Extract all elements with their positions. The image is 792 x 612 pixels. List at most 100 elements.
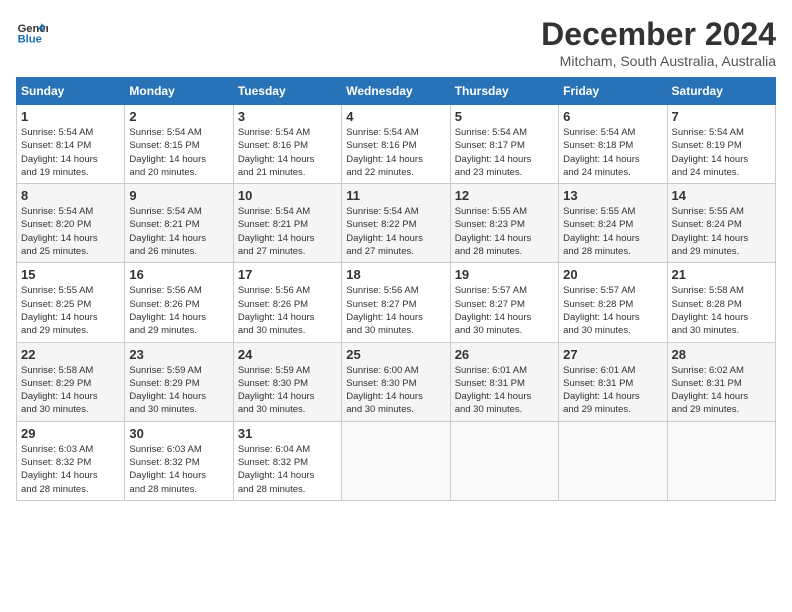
location-title: Mitcham, South Australia, Australia bbox=[541, 53, 776, 69]
day-info: Sunrise: 5:54 AM Sunset: 8:14 PM Dayligh… bbox=[21, 126, 120, 179]
day-number: 9 bbox=[129, 188, 228, 203]
day-info: Sunrise: 5:54 AM Sunset: 8:22 PM Dayligh… bbox=[346, 205, 445, 258]
day-number: 26 bbox=[455, 347, 554, 362]
day-number: 31 bbox=[238, 426, 337, 441]
day-info: Sunrise: 5:54 AM Sunset: 8:16 PM Dayligh… bbox=[346, 126, 445, 179]
day-number: 25 bbox=[346, 347, 445, 362]
day-number: 2 bbox=[129, 109, 228, 124]
calendar-cell bbox=[450, 421, 558, 500]
day-info: Sunrise: 6:03 AM Sunset: 8:32 PM Dayligh… bbox=[129, 443, 228, 496]
header-cell-thursday: Thursday bbox=[450, 78, 558, 105]
day-number: 24 bbox=[238, 347, 337, 362]
calendar-cell: 1 Sunrise: 5:54 AM Sunset: 8:14 PM Daylig… bbox=[17, 105, 125, 184]
month-title: December 2024 bbox=[541, 16, 776, 53]
calendar-cell: 3 Sunrise: 5:54 AM Sunset: 8:16 PM Daylig… bbox=[233, 105, 341, 184]
logo-icon: General Blue bbox=[16, 16, 48, 48]
calendar-cell bbox=[667, 421, 775, 500]
day-info: Sunrise: 5:57 AM Sunset: 8:28 PM Dayligh… bbox=[563, 284, 662, 337]
day-number: 18 bbox=[346, 267, 445, 282]
day-number: 14 bbox=[672, 188, 771, 203]
calendar-cell: 16Sunrise: 5:56 AM Sunset: 8:26 PM Dayli… bbox=[125, 263, 233, 342]
calendar-header: SundayMondayTuesdayWednesdayThursdayFrid… bbox=[17, 78, 776, 105]
day-info: Sunrise: 6:01 AM Sunset: 8:31 PM Dayligh… bbox=[563, 364, 662, 417]
header-cell-monday: Monday bbox=[125, 78, 233, 105]
header-cell-wednesday: Wednesday bbox=[342, 78, 450, 105]
day-number: 21 bbox=[672, 267, 771, 282]
day-number: 19 bbox=[455, 267, 554, 282]
day-info: Sunrise: 5:58 AM Sunset: 8:28 PM Dayligh… bbox=[672, 284, 771, 337]
calendar-cell: 13 Sunrise: 5:55 AM Sunset: 8:24 PM Dayli… bbox=[559, 184, 667, 263]
calendar-cell: 26 Sunrise: 6:01 AM Sunset: 8:31 PM Dayli… bbox=[450, 342, 558, 421]
day-info: Sunrise: 6:02 AM Sunset: 8:31 PM Dayligh… bbox=[672, 364, 771, 417]
day-number: 3 bbox=[238, 109, 337, 124]
day-number: 20 bbox=[563, 267, 662, 282]
calendar-body: 1 Sunrise: 5:54 AM Sunset: 8:14 PM Daylig… bbox=[17, 105, 776, 501]
calendar-cell: 8Sunrise: 5:54 AM Sunset: 8:20 PM Daylig… bbox=[17, 184, 125, 263]
calendar-cell: 15 Sunrise: 5:55 AM Sunset: 8:25 PM Dayli… bbox=[17, 263, 125, 342]
day-number: 7 bbox=[672, 109, 771, 124]
calendar-cell: 25 Sunrise: 6:00 AM Sunset: 8:30 PM Dayli… bbox=[342, 342, 450, 421]
calendar-week-4: 22 Sunrise: 5:58 AM Sunset: 8:29 PM Dayli… bbox=[17, 342, 776, 421]
day-number: 29 bbox=[21, 426, 120, 441]
day-number: 16 bbox=[129, 267, 228, 282]
day-info: Sunrise: 6:04 AM Sunset: 8:32 PM Dayligh… bbox=[238, 443, 337, 496]
day-info: Sunrise: 5:59 AM Sunset: 8:30 PM Dayligh… bbox=[238, 364, 337, 417]
calendar-cell: 7 Sunrise: 5:54 AM Sunset: 8:19 PM Daylig… bbox=[667, 105, 775, 184]
day-number: 23 bbox=[129, 347, 228, 362]
day-info: Sunrise: 5:54 AM Sunset: 8:16 PM Dayligh… bbox=[238, 126, 337, 179]
calendar-table: SundayMondayTuesdayWednesdayThursdayFrid… bbox=[16, 77, 776, 501]
calendar-cell: 10Sunrise: 5:54 AM Sunset: 8:21 PM Dayli… bbox=[233, 184, 341, 263]
day-number: 13 bbox=[563, 188, 662, 203]
day-number: 4 bbox=[346, 109, 445, 124]
day-number: 28 bbox=[672, 347, 771, 362]
calendar-cell: 21 Sunrise: 5:58 AM Sunset: 8:28 PM Dayli… bbox=[667, 263, 775, 342]
calendar-cell bbox=[559, 421, 667, 500]
day-info: Sunrise: 5:54 AM Sunset: 8:21 PM Dayligh… bbox=[238, 205, 337, 258]
calendar-cell: 30 Sunrise: 6:03 AM Sunset: 8:32 PM Dayli… bbox=[125, 421, 233, 500]
day-number: 5 bbox=[455, 109, 554, 124]
day-info: Sunrise: 6:00 AM Sunset: 8:30 PM Dayligh… bbox=[346, 364, 445, 417]
calendar-cell: 11 Sunrise: 5:54 AM Sunset: 8:22 PM Dayli… bbox=[342, 184, 450, 263]
calendar-cell: 19Sunrise: 5:57 AM Sunset: 8:27 PM Dayli… bbox=[450, 263, 558, 342]
day-info: Sunrise: 5:59 AM Sunset: 8:29 PM Dayligh… bbox=[129, 364, 228, 417]
day-info: Sunrise: 6:01 AM Sunset: 8:31 PM Dayligh… bbox=[455, 364, 554, 417]
header-cell-sunday: Sunday bbox=[17, 78, 125, 105]
day-number: 11 bbox=[346, 188, 445, 203]
day-info: Sunrise: 5:54 AM Sunset: 8:18 PM Dayligh… bbox=[563, 126, 662, 179]
calendar-week-3: 15 Sunrise: 5:55 AM Sunset: 8:25 PM Dayli… bbox=[17, 263, 776, 342]
calendar-cell bbox=[342, 421, 450, 500]
calendar-cell: 27Sunrise: 6:01 AM Sunset: 8:31 PM Dayli… bbox=[559, 342, 667, 421]
calendar-cell: 18Sunrise: 5:56 AM Sunset: 8:27 PM Dayli… bbox=[342, 263, 450, 342]
header: General Blue December 2024 Mitcham, Sout… bbox=[16, 16, 776, 69]
calendar-week-5: 29 Sunrise: 6:03 AM Sunset: 8:32 PM Dayli… bbox=[17, 421, 776, 500]
calendar-cell: 2Sunrise: 5:54 AM Sunset: 8:15 PM Daylig… bbox=[125, 105, 233, 184]
day-info: Sunrise: 5:54 AM Sunset: 8:20 PM Dayligh… bbox=[21, 205, 120, 258]
calendar-cell: 17Sunrise: 5:56 AM Sunset: 8:26 PM Dayli… bbox=[233, 263, 341, 342]
calendar-cell: 23 Sunrise: 5:59 AM Sunset: 8:29 PM Dayli… bbox=[125, 342, 233, 421]
calendar-week-2: 8Sunrise: 5:54 AM Sunset: 8:20 PM Daylig… bbox=[17, 184, 776, 263]
calendar-cell: 31 Sunrise: 6:04 AM Sunset: 8:32 PM Dayli… bbox=[233, 421, 341, 500]
day-number: 12 bbox=[455, 188, 554, 203]
calendar-cell: 14Sunrise: 5:55 AM Sunset: 8:24 PM Dayli… bbox=[667, 184, 775, 263]
calendar-cell: 20 Sunrise: 5:57 AM Sunset: 8:28 PM Dayli… bbox=[559, 263, 667, 342]
day-info: Sunrise: 5:58 AM Sunset: 8:29 PM Dayligh… bbox=[21, 364, 120, 417]
calendar-cell: 22 Sunrise: 5:58 AM Sunset: 8:29 PM Dayli… bbox=[17, 342, 125, 421]
day-number: 30 bbox=[129, 426, 228, 441]
calendar-cell: 24 Sunrise: 5:59 AM Sunset: 8:30 PM Dayli… bbox=[233, 342, 341, 421]
day-number: 22 bbox=[21, 347, 120, 362]
day-number: 1 bbox=[21, 109, 120, 124]
calendar-cell: 29Sunrise: 6:03 AM Sunset: 8:32 PM Dayli… bbox=[17, 421, 125, 500]
day-number: 15 bbox=[21, 267, 120, 282]
day-info: Sunrise: 5:55 AM Sunset: 8:24 PM Dayligh… bbox=[563, 205, 662, 258]
header-cell-friday: Friday bbox=[559, 78, 667, 105]
calendar-cell: 6 Sunrise: 5:54 AM Sunset: 8:18 PM Daylig… bbox=[559, 105, 667, 184]
calendar-cell: 12 Sunrise: 5:55 AM Sunset: 8:23 PM Dayli… bbox=[450, 184, 558, 263]
title-area: December 2024 Mitcham, South Australia, … bbox=[541, 16, 776, 69]
day-info: Sunrise: 5:55 AM Sunset: 8:23 PM Dayligh… bbox=[455, 205, 554, 258]
header-cell-saturday: Saturday bbox=[667, 78, 775, 105]
svg-text:Blue: Blue bbox=[18, 33, 42, 45]
logo: General Blue bbox=[16, 16, 48, 48]
day-info: Sunrise: 5:54 AM Sunset: 8:19 PM Dayligh… bbox=[672, 126, 771, 179]
day-info: Sunrise: 5:55 AM Sunset: 8:25 PM Dayligh… bbox=[21, 284, 120, 337]
day-number: 6 bbox=[563, 109, 662, 124]
